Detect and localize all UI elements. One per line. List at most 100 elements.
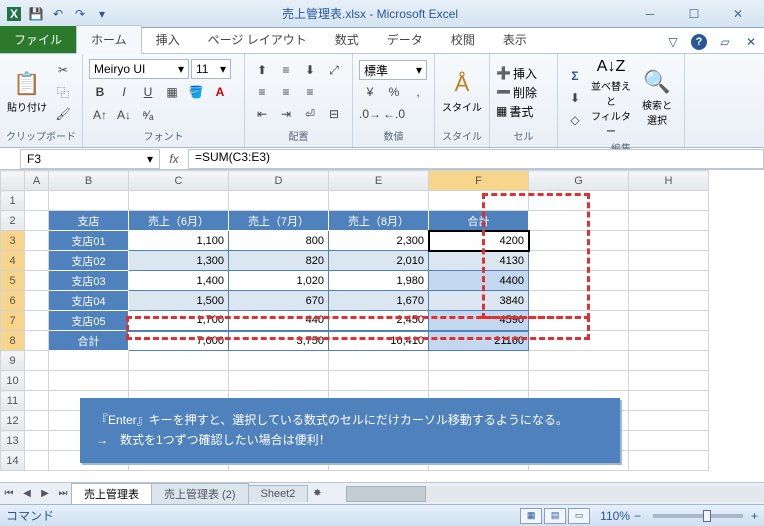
zoom-thumb[interactable] [703, 510, 711, 522]
empty-cell[interactable] [329, 351, 429, 371]
col-header[interactable]: E [329, 171, 429, 191]
empty-cell[interactable] [629, 451, 709, 471]
sheet-nav-next-icon[interactable]: ▶ [36, 488, 54, 499]
decrease-decimal-icon[interactable]: ←.0 [383, 104, 405, 124]
table-cell[interactable]: 1,670 [329, 291, 429, 311]
tab-data[interactable]: データ [373, 26, 437, 53]
tab-file[interactable]: ファイル [0, 26, 76, 53]
table-header[interactable]: 売上（8月） [329, 211, 429, 231]
shrink-font-icon[interactable]: A↓ [113, 105, 135, 125]
comma-icon[interactable]: , [407, 82, 429, 102]
col-header[interactable]: F [429, 171, 529, 191]
empty-cell[interactable] [329, 371, 429, 391]
window-close-icon[interactable]: ✕ [740, 31, 762, 53]
tab-page-layout[interactable]: ページ レイアウト [194, 26, 321, 53]
align-bottom-icon[interactable]: ⬇ [299, 60, 321, 80]
row-header[interactable]: 2 [1, 211, 25, 231]
table-cell[interactable]: 4200 [429, 231, 529, 251]
table-row-label[interactable]: 支店03 [49, 271, 129, 291]
save-icon[interactable]: 💾 [26, 4, 46, 24]
table-row-label[interactable]: 合計 [49, 331, 129, 351]
row-header[interactable]: 1 [1, 191, 25, 211]
fill-color-button[interactable]: 🪣 [185, 82, 207, 102]
wrap-text-icon[interactable]: ⏎ [299, 104, 321, 124]
empty-cell[interactable] [629, 431, 709, 451]
font-color-button[interactable]: A [209, 82, 231, 102]
name-box[interactable]: F3▾ [20, 149, 160, 169]
align-top-icon[interactable]: ⬆ [251, 60, 273, 80]
align-left-icon[interactable]: ≡ [251, 82, 273, 102]
empty-cell[interactable] [49, 191, 129, 211]
empty-cell[interactable] [129, 191, 229, 211]
font-family-combo[interactable]: Meiryo UI▾ [89, 59, 189, 79]
table-cell[interactable]: 1,020 [229, 271, 329, 291]
table-row-label[interactable]: 支店01 [49, 231, 129, 251]
empty-cell[interactable] [25, 191, 49, 211]
maximize-button[interactable]: ☐ [672, 2, 716, 26]
empty-cell[interactable] [25, 411, 49, 431]
table-header[interactable]: 支店 [49, 211, 129, 231]
minimize-ribbon-icon[interactable]: ▽ [662, 31, 684, 53]
formula-input[interactable]: =SUM(C3:E3) [188, 149, 764, 169]
delete-cells-button[interactable]: ➖削除 [496, 84, 537, 101]
col-header[interactable]: C [129, 171, 229, 191]
grow-font-icon[interactable]: A↑ [89, 105, 111, 125]
empty-cell[interactable] [229, 371, 329, 391]
empty-cell[interactable] [329, 191, 429, 211]
excel-icon[interactable]: X [4, 4, 24, 24]
tab-insert[interactable]: 挿入 [142, 26, 194, 53]
empty-cell[interactable] [529, 371, 629, 391]
empty-cell[interactable] [129, 351, 229, 371]
decrease-indent-icon[interactable]: ⇤ [251, 104, 273, 124]
row-header[interactable]: 11 [1, 391, 25, 411]
empty-cell[interactable] [25, 371, 49, 391]
format-cells-button[interactable]: ▦書式 [496, 103, 537, 120]
currency-icon[interactable]: ¥ [359, 82, 381, 102]
row-header[interactable]: 13 [1, 431, 25, 451]
border-button[interactable]: ▦ [161, 82, 183, 102]
row-header[interactable]: 7 [1, 311, 25, 331]
row-header[interactable]: 4 [1, 251, 25, 271]
page-break-view-icon[interactable]: ▭ [568, 508, 590, 524]
empty-cell[interactable] [429, 191, 529, 211]
table-cell[interactable]: 2,450 [329, 311, 429, 331]
table-cell[interactable]: 10,410 [329, 331, 429, 351]
empty-cell[interactable] [629, 391, 709, 411]
table-cell[interactable]: 1,400 [129, 271, 229, 291]
table-row-label[interactable]: 支店05 [49, 311, 129, 331]
table-cell[interactable]: 2,300 [329, 231, 429, 251]
copy-icon[interactable]: ⿻ [52, 82, 74, 102]
row-header[interactable]: 8 [1, 331, 25, 351]
underline-button[interactable]: U [137, 82, 159, 102]
table-header[interactable]: 合計 [429, 211, 529, 231]
increase-decimal-icon[interactable]: .0→ [359, 104, 381, 124]
horizontal-scrollbar[interactable] [346, 486, 764, 502]
table-row-label[interactable]: 支店02 [49, 251, 129, 271]
tab-home[interactable]: ホーム [76, 25, 142, 54]
col-header[interactable]: H [629, 171, 709, 191]
select-all-corner[interactable] [1, 171, 25, 191]
sheet-nav-last-icon[interactable]: ⏭ [54, 488, 72, 499]
empty-cell[interactable] [25, 431, 49, 451]
table-cell[interactable]: 820 [229, 251, 329, 271]
zoom-slider[interactable] [653, 514, 743, 518]
percent-icon[interactable]: % [383, 82, 405, 102]
table-cell[interactable]: 3,750 [229, 331, 329, 351]
empty-cell[interactable] [229, 191, 329, 211]
undo-icon[interactable]: ↶ [48, 4, 68, 24]
table-cell[interactable]: 7,000 [129, 331, 229, 351]
empty-cell[interactable] [229, 351, 329, 371]
empty-cell[interactable] [529, 351, 629, 371]
table-cell[interactable]: 4130 [429, 251, 529, 271]
cut-icon[interactable]: ✂ [52, 60, 74, 80]
table-cell[interactable]: 670 [229, 291, 329, 311]
zoom-out-icon[interactable]: − [634, 509, 641, 523]
table-cell[interactable]: 440 [229, 311, 329, 331]
table-header[interactable]: 売上（7月） [229, 211, 329, 231]
col-header[interactable]: G [529, 171, 629, 191]
row-header[interactable]: 14 [1, 451, 25, 471]
phonetic-icon[interactable]: ᵃ⁄ₐ [137, 105, 159, 125]
tab-formulas[interactable]: 数式 [321, 26, 373, 53]
table-cell[interactable]: 21160 [429, 331, 529, 351]
paste-button[interactable]: 📋 貼り付け [6, 58, 48, 126]
